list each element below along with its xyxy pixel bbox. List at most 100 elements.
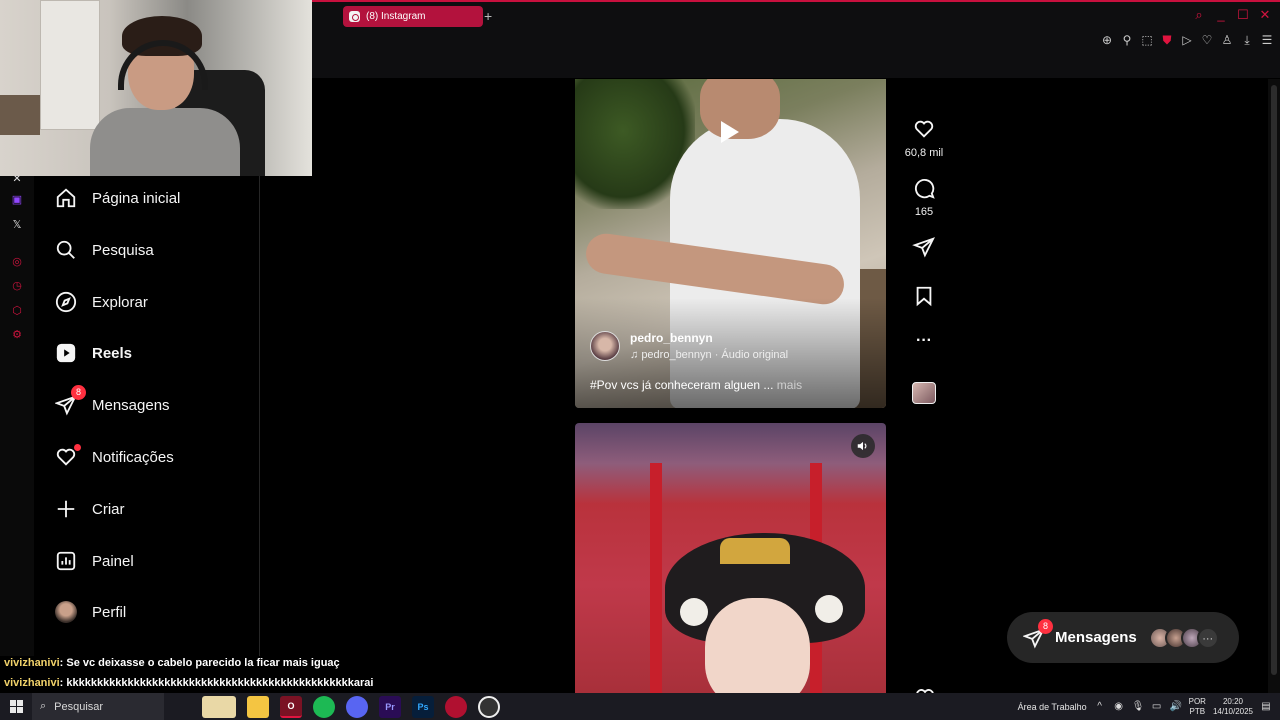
- share-button[interactable]: [900, 236, 948, 263]
- new-tab-button[interactable]: +: [484, 8, 492, 24]
- language-indicator[interactable]: POR PTB: [1189, 697, 1206, 717]
- chevron-up-icon[interactable]: ^: [1094, 701, 1106, 712]
- camera-icon[interactable]: ◉: [1113, 701, 1125, 712]
- network-icon[interactable]: ▭: [1151, 701, 1163, 712]
- davinci-icon[interactable]: [445, 695, 467, 718]
- sidebar-item-create[interactable]: Criar: [54, 494, 125, 524]
- music-note-icon: ♫: [630, 349, 642, 361]
- sidebar-item-reels[interactable]: Reels: [54, 338, 132, 368]
- sidebar-item-dashboard[interactable]: Painel: [54, 546, 134, 576]
- sidebar-item-label: Criar: [92, 500, 125, 518]
- reel-video[interactable]: [575, 423, 886, 693]
- messages-pill[interactable]: 8 Mensagens ···: [1007, 612, 1239, 663]
- taskbar-apps: O Pr Ps: [202, 695, 500, 718]
- chat-text: : Se vc deixasse o cabelo parecido la fi…: [59, 657, 340, 669]
- tab-title: (8) Instagram: [366, 11, 426, 22]
- sidebar-item-label: Notificações: [92, 448, 174, 466]
- volume-icon[interactable]: 🔊: [1170, 701, 1182, 712]
- heart-icon: [914, 120, 934, 138]
- sidebar-item-home[interactable]: Página inicial: [54, 183, 180, 213]
- caption-more-link[interactable]: mais: [777, 378, 802, 392]
- instagram-sidebar: Página inicial Pesquisa Explorar Reels 8…: [34, 176, 260, 656]
- sidebar-item-label: Página inicial: [92, 189, 181, 207]
- target-icon[interactable]: ◎: [10, 255, 24, 269]
- sidebar-item-explore[interactable]: Explorar: [54, 287, 148, 317]
- webcam-person: [90, 108, 240, 176]
- message-avatars: ···: [1148, 626, 1219, 649]
- photoshop-icon[interactable]: Ps: [412, 695, 434, 718]
- sidebar-item-label: Mensagens: [92, 396, 170, 414]
- shield-icon[interactable]: ⛊: [1160, 33, 1174, 47]
- tab-instagram[interactable]: (8) Instagram: [343, 6, 483, 27]
- microphone-icon[interactable]: 🎙: [1132, 701, 1145, 712]
- spotify-icon[interactable]: [313, 695, 335, 718]
- page-scrollbar[interactable]: [1268, 79, 1280, 693]
- sidebar-item-notifications[interactable]: Notificações: [54, 442, 174, 472]
- search-icon[interactable]: ⌕: [1192, 8, 1206, 22]
- taskbar-search[interactable]: ⌕ Pesquisar: [32, 693, 164, 720]
- scrollbar-thumb[interactable]: [1271, 85, 1277, 675]
- sidebar-item-label: Explorar: [92, 293, 148, 311]
- reel-audio[interactable]: ♫ pedro_bennyn · Áudio original: [630, 349, 788, 361]
- sidebar-item-messages[interactable]: 8 Mensagens: [54, 385, 170, 420]
- obs-icon[interactable]: [478, 695, 500, 718]
- sidebar-item-label: Reels: [92, 344, 133, 362]
- more-avatars: ···: [1196, 626, 1219, 649]
- screenshot-icon[interactable]: ⬚: [1140, 33, 1154, 47]
- browser-toolbar: ⊕ ⚲ ⬚ ⛊ ▷ ♡ ♙ ⤓ ☰: [1100, 33, 1274, 47]
- sidebar-item-label: Pesquisa: [92, 241, 154, 259]
- comment-button[interactable]: 165: [900, 177, 948, 218]
- play-icon[interactable]: [721, 121, 739, 143]
- reels-icon: [54, 341, 78, 365]
- more-options-button[interactable]: ···: [900, 332, 948, 350]
- reel-video[interactable]: pedro_bennyn ♫ pedro_bennyn · Áudio orig…: [575, 79, 886, 408]
- clock-icon[interactable]: ◷: [10, 279, 24, 293]
- like-button[interactable]: 60,8 mil: [900, 118, 948, 159]
- save-button[interactable]: [900, 285, 948, 312]
- reel-owner[interactable]: pedro_bennyn ♫ pedro_bennyn · Áudio orig…: [590, 331, 788, 361]
- play-icon[interactable]: ▷: [1180, 33, 1194, 47]
- reel-username[interactable]: pedro_bennyn: [630, 331, 788, 345]
- x-icon[interactable]: 𝕏: [10, 218, 24, 232]
- premiere-icon[interactable]: Pr: [379, 695, 401, 718]
- widgets-icon[interactable]: [202, 695, 236, 718]
- start-button[interactable]: [0, 693, 32, 720]
- audio-label: pedro_bennyn · Áudio original: [641, 349, 789, 361]
- profile-icon[interactable]: ♙: [1220, 33, 1234, 47]
- like-count: 60,8 mil: [904, 147, 944, 159]
- reel-scene: [815, 595, 843, 623]
- search-placeholder: Pesquisar: [54, 700, 104, 713]
- gear-icon[interactable]: ⚙: [10, 328, 24, 342]
- twitch-icon[interactable]: ▣: [10, 193, 24, 207]
- audio-thumbnail[interactable]: [912, 382, 936, 404]
- download-icon[interactable]: ⤓: [1240, 33, 1254, 47]
- volume-button[interactable]: [851, 434, 875, 458]
- sidebar-item-profile[interactable]: Perfil: [54, 597, 126, 627]
- menu-icon[interactable]: ☰: [1260, 33, 1274, 47]
- side-rail: ✕ ▣ 𝕏 ◎ ◷ ⬡ ⚙: [0, 173, 34, 656]
- file-explorer-icon[interactable]: [247, 695, 269, 718]
- messages-icon: 8: [1022, 618, 1053, 649]
- search-icon: [54, 238, 78, 262]
- notifications-icon[interactable]: ▤: [1260, 701, 1272, 712]
- pin-icon[interactable]: ⚲: [1120, 33, 1134, 47]
- sidebar-item-search[interactable]: Pesquisa: [54, 235, 154, 265]
- discord-icon[interactable]: [346, 695, 368, 718]
- instagram-icon: [349, 11, 360, 22]
- bookmark-icon: [916, 286, 932, 307]
- cube-icon[interactable]: ⬡: [10, 304, 24, 318]
- webcam-overlay: [0, 0, 312, 176]
- dashboard-icon: [54, 549, 78, 573]
- zoom-icon[interactable]: ⊕: [1100, 33, 1114, 47]
- maximize-button[interactable]: ☐: [1236, 8, 1250, 22]
- minimize-button[interactable]: _: [1214, 8, 1228, 22]
- clock[interactable]: 20:20 14/10/2025: [1213, 697, 1253, 717]
- opera-gx-icon[interactable]: O: [280, 695, 302, 718]
- desktop-label[interactable]: Área de Trabalho: [1018, 702, 1087, 712]
- close-button[interactable]: ✕: [1258, 8, 1272, 22]
- avatar[interactable]: [590, 331, 620, 361]
- messages-badge: 8: [1038, 618, 1053, 634]
- heart-icon[interactable]: ♡: [1200, 33, 1214, 47]
- compass-icon: [54, 290, 78, 314]
- accent-line: [312, 0, 1280, 2]
